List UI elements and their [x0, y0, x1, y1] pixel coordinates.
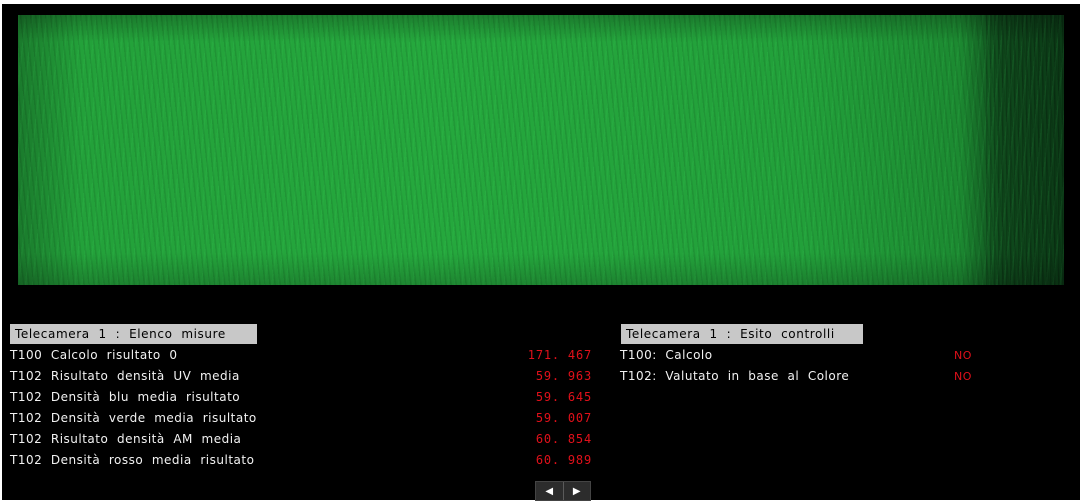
next-button[interactable]: ▶ — [564, 482, 591, 500]
arrow-left-icon: ◀ — [545, 485, 554, 497]
measure-value: 59. 645 — [535, 390, 592, 404]
camera-image — [18, 15, 1064, 285]
measure-label: T102 Densità blu media risultato — [10, 390, 241, 404]
results-panel-header: Telecamera 1 : Esito controlli — [621, 324, 863, 344]
measure-label: T102 Risultato densità UV media — [10, 369, 240, 383]
measure-label: T102 Densità verde media risultato — [10, 411, 257, 425]
measure-label: T100 Calcolo risultato 0 — [10, 348, 178, 362]
inspection-screen: Telecamera 1 : Elenco misure T100 Calcol… — [2, 4, 1080, 501]
measure-label: T102 Densità rosso media risultato — [10, 453, 255, 467]
measures-panel-header: Telecamera 1 : Elenco misure — [10, 324, 257, 344]
previous-button[interactable]: ◀ — [536, 482, 563, 500]
measure-value: 59. 963 — [535, 369, 592, 383]
measure-value: 60. 854 — [535, 432, 592, 446]
control-result: NO — [954, 349, 972, 362]
measure-value: 59. 007 — [535, 411, 592, 425]
measure-value: 171. 467 — [527, 348, 592, 362]
control-result: NO — [954, 370, 972, 383]
measure-label: T102 Risultato densità AM media — [10, 432, 242, 446]
control-label: T100: Calcolo — [620, 348, 713, 362]
arrow-right-icon: ▶ — [572, 485, 581, 497]
page-navigation: ◀ ▶ — [535, 481, 591, 501]
control-label: T102: Valutato in base al Colore — [620, 369, 850, 383]
measure-value: 60. 989 — [535, 453, 592, 467]
